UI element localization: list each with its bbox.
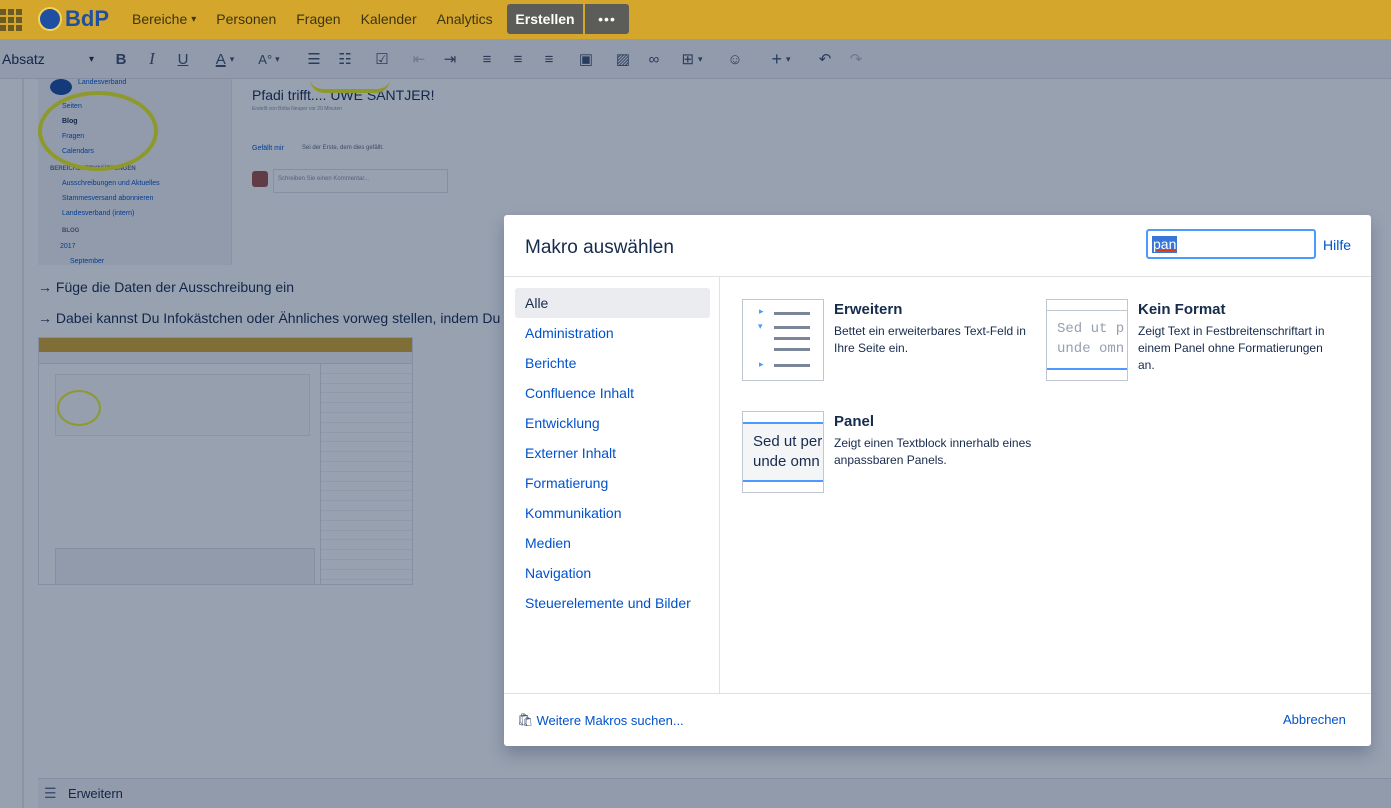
category-berichte[interactable]: Berichte bbox=[515, 348, 710, 378]
chevron-down-icon: ▾ bbox=[191, 14, 197, 25]
nav-item-label: Analytics bbox=[436, 11, 493, 27]
category-formatierung[interactable]: Formatierung bbox=[515, 468, 710, 498]
macro-browser-dialog: Makro auswählen pan Hilfe Alle Administr… bbox=[504, 215, 1371, 746]
category-externer-inhalt[interactable]: Externer Inhalt bbox=[515, 438, 710, 468]
help-link[interactable]: Hilfe bbox=[1323, 237, 1351, 253]
category-medien[interactable]: Medien bbox=[515, 528, 710, 558]
nav-item-label: Fragen bbox=[296, 11, 341, 27]
more-macros-link[interactable]: 🛍 Weitere Makros suchen... bbox=[517, 712, 684, 728]
macro-description: Bettet ein erweiterbares Text-Feld in Ih… bbox=[834, 324, 1026, 355]
dialog-divider bbox=[504, 693, 1371, 694]
noformat-thumbnail-icon: Sed ut p unde omn bbox=[1046, 299, 1128, 381]
category-entwicklung[interactable]: Entwicklung bbox=[515, 408, 710, 438]
macro-name: Panel bbox=[834, 413, 875, 430]
macro-description: Zeigt einen Textblock innerhalb eines an… bbox=[834, 436, 1032, 467]
thumbnail-text: Sed ut per bbox=[753, 433, 823, 450]
category-navigation[interactable]: Navigation bbox=[515, 558, 710, 588]
search-input-value: pan bbox=[1152, 236, 1178, 253]
panel-thumbnail-icon: Sed ut per unde omn bbox=[742, 411, 824, 493]
nav-item-label: Kalender bbox=[360, 11, 417, 27]
category-confluence-inhalt[interactable]: Confluence Inhalt bbox=[515, 378, 710, 408]
marketplace-bag-icon: 🛍 bbox=[517, 712, 534, 727]
macro-item-erweitern[interactable]: ▸ ▾ ▸ Erweitern Bettet ein erweiterbares… bbox=[742, 299, 1032, 383]
create-button[interactable]: Erstellen bbox=[507, 4, 583, 34]
nav-item-bereiche[interactable]: Bereiche ▾ bbox=[122, 0, 206, 39]
nav-item-analytics[interactable]: Analytics bbox=[427, 0, 503, 39]
category-alle[interactable]: Alle bbox=[515, 288, 710, 318]
expand-thumbnail-icon: ▸ ▾ ▸ bbox=[742, 299, 824, 381]
cancel-button[interactable]: Abbrechen bbox=[1283, 712, 1346, 727]
thumbnail-text: unde omn bbox=[753, 453, 820, 470]
macro-item-kein-format[interactable]: Sed ut p unde omn Kein Format Zeigt Text… bbox=[1046, 299, 1346, 383]
macro-description: Zeigt Text in Festbreitenschriftart in e… bbox=[1138, 324, 1325, 372]
category-kommunikation[interactable]: Kommunikation bbox=[515, 498, 710, 528]
thumbnail-text: Sed ut p bbox=[1057, 321, 1125, 337]
more-create-button[interactable]: ••• bbox=[585, 4, 629, 34]
logo-text: BdP bbox=[65, 6, 109, 31]
dialog-title: Makro auswählen bbox=[525, 237, 674, 258]
category-steuerelemente-und-bilder[interactable]: Steuerelemente und Bilder bbox=[515, 588, 710, 618]
macro-name: Kein Format bbox=[1138, 301, 1226, 318]
top-navigation-bar: BdP Bereiche ▾ Personen Fragen Kalender A… bbox=[0, 0, 1391, 39]
category-administration[interactable]: Administration bbox=[515, 318, 710, 348]
logo-emblem-icon bbox=[38, 7, 62, 31]
macro-item-panel[interactable]: Sed ut per unde omn Panel Zeigt einen Te… bbox=[742, 411, 1032, 495]
thumbnail-text: unde omn bbox=[1057, 341, 1125, 357]
nav-menu: Bereiche ▾ Personen Fragen Kalender Analy… bbox=[122, 0, 503, 39]
nav-item-label: Personen bbox=[216, 11, 277, 27]
nav-item-personen[interactable]: Personen bbox=[206, 0, 286, 39]
more-macros-label: Weitere Makros suchen... bbox=[536, 712, 684, 728]
macro-name: Erweitern bbox=[834, 301, 903, 318]
nav-item-kalender[interactable]: Kalender bbox=[351, 0, 427, 39]
logo[interactable]: BdP bbox=[38, 5, 109, 33]
category-list: Alle Administration Berichte Confluence … bbox=[504, 277, 720, 693]
nav-item-label: Bereiche bbox=[132, 11, 188, 27]
app-switcher-icon[interactable] bbox=[0, 9, 22, 31]
nav-item-fragen[interactable]: Fragen bbox=[286, 0, 350, 39]
